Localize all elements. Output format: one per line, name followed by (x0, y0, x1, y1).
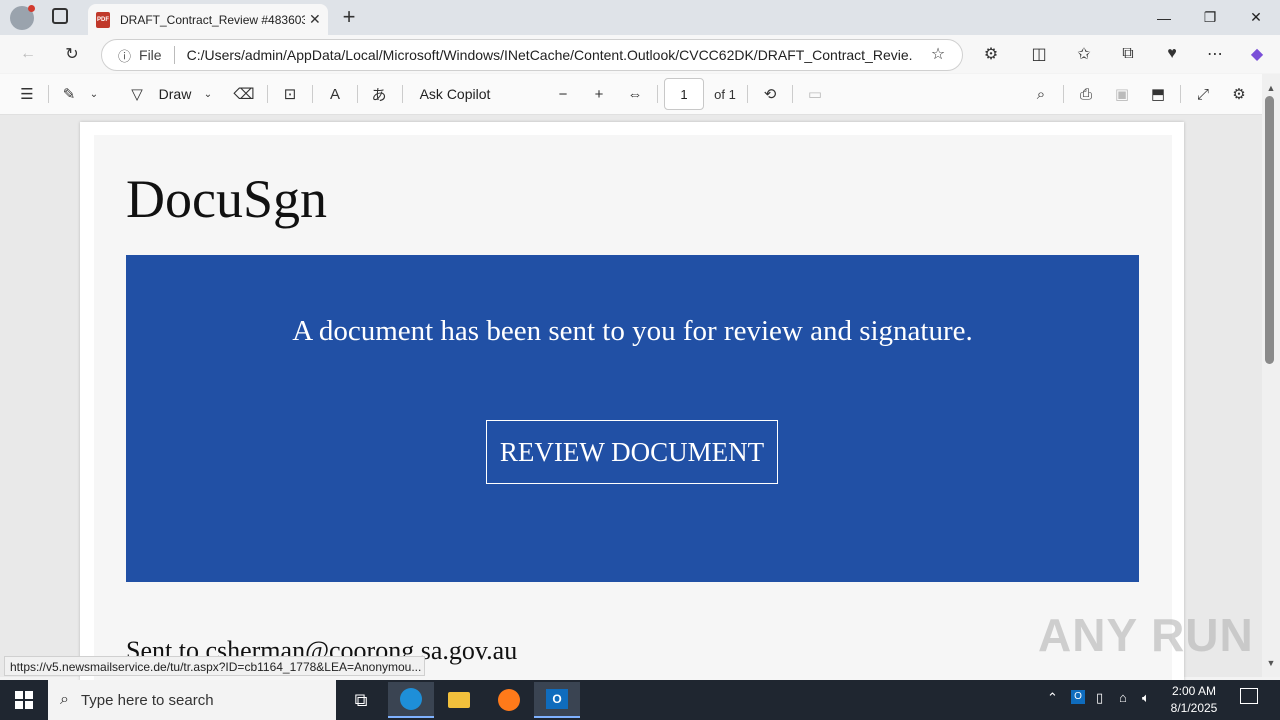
clock-date: 8/1/2025 (1170, 701, 1218, 715)
url-text[interactable]: C:/Users/admin/AppData/Local/Microsoft/W… (187, 47, 912, 63)
banner-message: A document has been sent to you for revi… (292, 315, 973, 347)
favorite-star-icon[interactable]: ☆ (927, 43, 949, 65)
find-icon[interactable]: ⌕ (1029, 82, 1053, 106)
new-tab-icon[interactable]: + (338, 4, 360, 30)
page-number-input[interactable]: 1 (664, 78, 704, 110)
page-total: of 1 (714, 86, 736, 102)
translate-icon[interactable]: あ (367, 82, 391, 106)
highlight-icon[interactable]: ✎ (57, 82, 81, 106)
firefox-logo-icon (498, 689, 520, 711)
highlight-options-chevron-icon[interactable]: ⌄ (86, 82, 102, 106)
toolbar-divider (657, 85, 658, 103)
erase-icon[interactable]: ⌫ (232, 82, 256, 106)
toolbar-divider (267, 85, 268, 103)
taskbar-clock[interactable]: 2:00 AM 8/1/2025 (1163, 683, 1225, 717)
site-info-icon[interactable]: ⓘ (118, 46, 131, 65)
tab-actions-icon[interactable] (52, 8, 68, 24)
toolbar-divider (357, 85, 358, 103)
notifications-icon[interactable] (1240, 688, 1258, 704)
browser-essentials-icon[interactable]: ♥ (1161, 43, 1183, 65)
toolbar-divider (747, 85, 748, 103)
show-hidden-icons-chevron-icon[interactable]: ⌃ (1047, 690, 1058, 706)
pdf-icon: PDF (96, 11, 110, 28)
taskbar-search-box[interactable]: ⌕ Type here to search (48, 680, 336, 720)
favorites-icon[interactable]: ✩ (1073, 43, 1095, 65)
ask-copilot-button[interactable]: Ask Copilot (414, 82, 496, 106)
volume-icon[interactable]: 🔈︎ (1142, 690, 1150, 706)
scrollbar-thumb[interactable] (1265, 96, 1274, 364)
search-placeholder: Type here to search (80, 691, 214, 709)
message-banner (126, 255, 1139, 582)
search-icon: ⌕ (60, 691, 69, 708)
draw-label[interactable]: Draw (155, 82, 195, 106)
outlook-taskbar-icon[interactable]: O (534, 682, 580, 718)
zoom-in-icon[interactable]: + (587, 82, 611, 106)
split-screen-icon[interactable]: ◫ (1028, 43, 1050, 65)
close-tab-icon[interactable]: ✕ (309, 11, 321, 28)
fullscreen-icon[interactable]: ⤢ (1191, 82, 1215, 106)
read-aloud-icon[interactable]: A (323, 82, 347, 106)
toolbar-divider (1180, 85, 1181, 103)
edge-taskbar-icon[interactable] (388, 682, 434, 718)
save-icon[interactable]: ▣ (1110, 82, 1134, 106)
close-window-icon[interactable]: ✕ (1233, 0, 1279, 35)
folder-icon (448, 692, 470, 708)
toolbar-divider (792, 85, 793, 103)
tab-title: DRAFT_Contract_Review #48360328 (120, 12, 305, 27)
page-view-icon[interactable]: ▭ (803, 82, 827, 106)
clock-time: 2:00 AM (1171, 684, 1217, 698)
minimize-icon[interactable]: — (1141, 0, 1187, 35)
anyrun-watermark: ANY RUN (1038, 609, 1254, 661)
toolbar-divider (312, 85, 313, 103)
toolbar-divider (48, 85, 49, 103)
contents-icon[interactable]: ☰ (15, 82, 39, 106)
windows-logo-icon (15, 691, 33, 709)
scroll-up-icon[interactable]: ▲ (1264, 82, 1278, 94)
zoom-out-icon[interactable]: − (551, 82, 575, 106)
save-as-icon[interactable]: ⬒ (1146, 82, 1170, 106)
back-icon[interactable]: ← (17, 43, 39, 65)
scroll-down-icon[interactable]: ▼ (1264, 657, 1278, 669)
fit-to-width-icon[interactable]: ⇔ (623, 82, 647, 106)
address-separator (173, 46, 175, 64)
text-box-icon[interactable]: ⊡ (278, 82, 302, 106)
address-bar[interactable]: ⓘ File C:/Users/admin/AppData/Local/Micr… (101, 39, 963, 71)
toolbar-divider (1063, 85, 1064, 103)
file-explorer-taskbar-icon[interactable] (436, 682, 482, 718)
brand-logo-text: DocuSgn (126, 169, 327, 229)
extensions-icon[interactable]: ⚙ (980, 43, 1002, 65)
edge-logo-icon (400, 688, 422, 710)
rotate-icon[interactable]: ⟲ (758, 82, 782, 106)
more-menu-icon[interactable]: ⋯ (1204, 43, 1226, 65)
draw-icon[interactable]: ▽ (125, 82, 149, 106)
task-view-icon[interactable]: ⧉ (338, 682, 384, 718)
pdf-settings-icon[interactable]: ⚙ (1227, 82, 1251, 106)
outlook-logo-icon: O (546, 689, 568, 709)
restore-icon[interactable]: ❐ (1187, 0, 1233, 35)
active-tab[interactable]: PDF DRAFT_Contract_Review #48360328 ✕ (88, 4, 328, 35)
device-tray-icon[interactable]: ▯ (1096, 690, 1103, 706)
draw-options-chevron-icon[interactable]: ⌄ (200, 82, 216, 106)
copilot-icon[interactable]: ◆ (1246, 43, 1268, 65)
outlook-tray-icon[interactable]: O (1071, 690, 1085, 704)
file-label: File (139, 47, 162, 63)
network-icon[interactable]: ⌂ (1119, 690, 1127, 705)
start-button[interactable] (0, 680, 48, 720)
profile-alert-dot (28, 5, 35, 12)
toolbar-divider (402, 85, 403, 103)
firefox-taskbar-icon[interactable] (486, 682, 532, 718)
print-icon[interactable]: ⎙ (1074, 82, 1098, 106)
refresh-icon[interactable]: ↻ (61, 43, 83, 65)
collections-icon[interactable]: ⧉ (1117, 43, 1139, 65)
link-status-bar: https://v5.newsmailservice.de/tu/tr.aspx… (4, 656, 425, 676)
review-document-button[interactable]: REVIEW DOCUMENT (486, 420, 778, 484)
